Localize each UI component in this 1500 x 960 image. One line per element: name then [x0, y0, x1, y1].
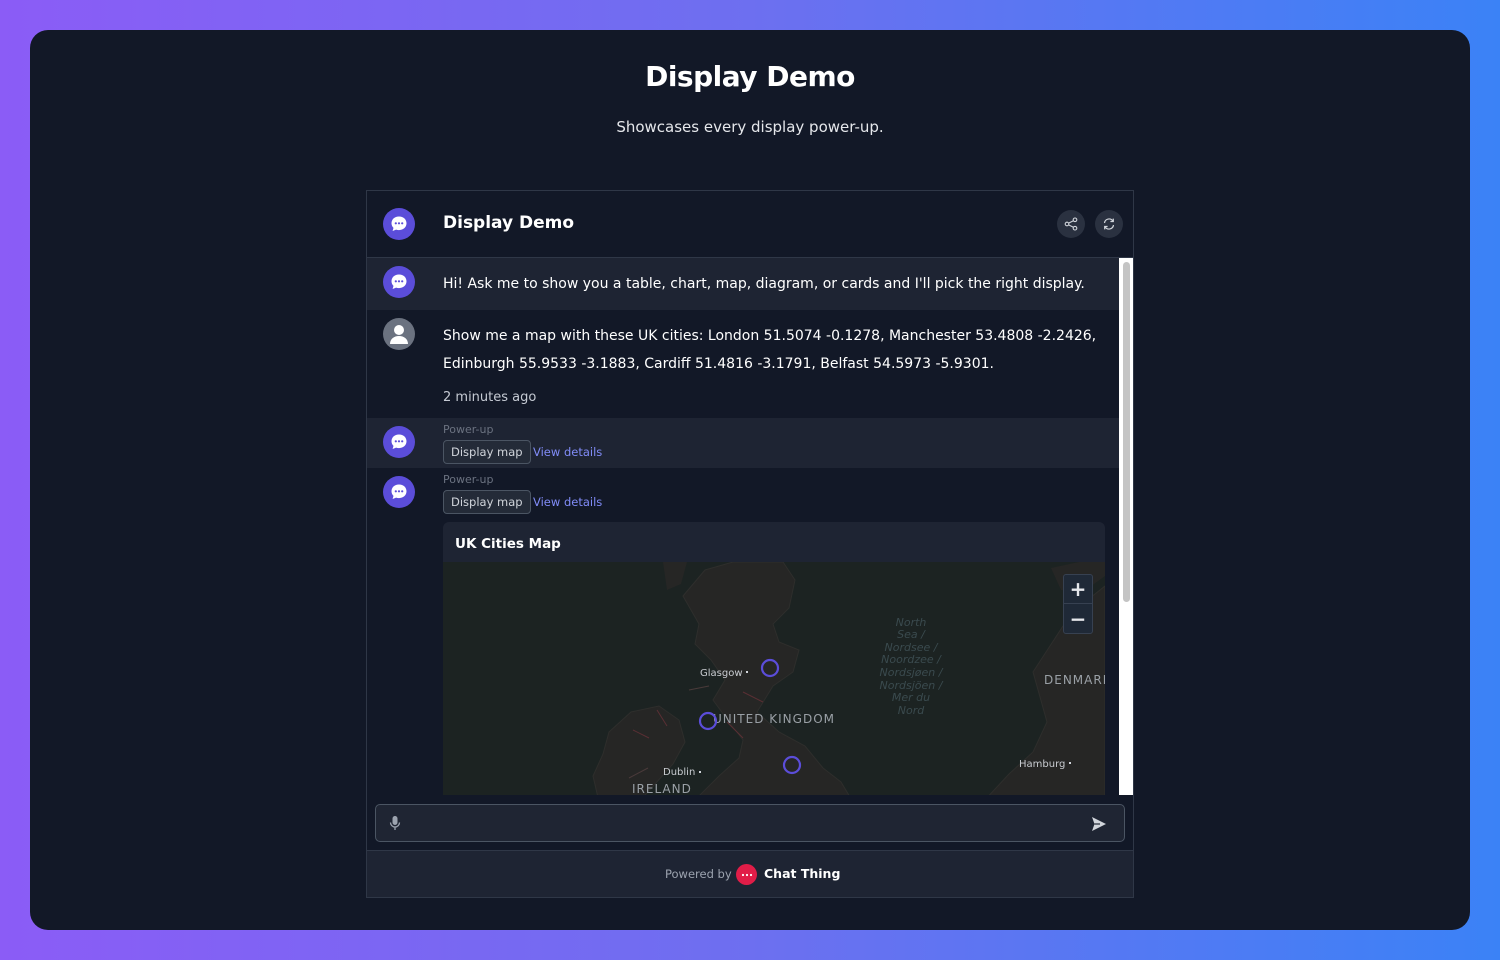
map-label-sea: Nordsjøen /	[880, 666, 944, 679]
map-label-ireland: IRELAND	[632, 782, 692, 795]
map-label-denmark: DENMARI	[1044, 673, 1105, 687]
user-message: Show me a map with these UK cities: Lond…	[367, 310, 1119, 418]
page-subtitle: Showcases every display power-up.	[616, 118, 884, 136]
zoom-in-button[interactable]: +	[1064, 575, 1092, 604]
send-icon[interactable]	[1090, 815, 1108, 833]
map-title: UK Cities Map	[455, 536, 561, 552]
map-label-sea: Nord	[898, 704, 925, 717]
chat-footer: Powered by Chat Thing	[367, 850, 1133, 897]
view-details-link[interactable]: View details	[533, 445, 602, 459]
powerup-label: Power-up	[443, 423, 494, 436]
message-list[interactable]: Hi! Ask me to show you a table, chart, m…	[367, 258, 1119, 795]
map-label-sea: Noordzee /	[881, 653, 942, 666]
map-label-dublin: Dublin	[663, 767, 695, 778]
map-label-sea: Mer du	[892, 691, 930, 704]
map-label-glasgow: Glasgow	[700, 668, 743, 679]
powerup-message: Power-up Display map View details	[367, 418, 1119, 468]
powerup-badge: Display map	[443, 440, 531, 464]
message-text: Hi! Ask me to show you a table, chart, m…	[443, 276, 1085, 292]
chat-widget: Display Demo Hi! Ask me to show you a ta…	[366, 190, 1134, 898]
chat-header: Display Demo	[367, 191, 1133, 258]
share-icon	[1064, 217, 1078, 231]
map-label-uk: UNITED KINGDOM	[713, 712, 835, 726]
refresh-icon	[1103, 218, 1115, 230]
bot-message-greeting: Hi! Ask me to show you a table, chart, m…	[367, 258, 1119, 310]
page-title: Display Demo	[645, 60, 855, 93]
chat-title: Display Demo	[443, 213, 575, 233]
chat-thing-logo-icon[interactable]	[736, 864, 757, 885]
message-timestamp: 2 minutes ago	[443, 390, 537, 405]
scrollbar-thumb[interactable]	[1123, 262, 1130, 602]
map-card: UK Cities Map Glasgow Dublin Hamburg UNI…	[443, 522, 1105, 795]
map-view[interactable]: Glasgow Dublin Hamburg UNITED KINGDOM IR…	[443, 562, 1105, 795]
map-label-hamburg: Hamburg	[1019, 759, 1065, 770]
message-text-line1: Show me a map with these UK cities: Lond…	[443, 328, 1097, 344]
microphone-icon[interactable]	[388, 815, 402, 831]
bot-avatar-icon	[383, 208, 415, 240]
app-frame: Display Demo Showcases every display pow…	[30, 30, 1470, 930]
powerup-message: Power-up Display map View details UK Cit…	[367, 468, 1119, 795]
map-base-layer: Glasgow Dublin Hamburg UNITED KINGDOM IR…	[443, 562, 1105, 795]
share-button[interactable]	[1057, 210, 1085, 238]
bot-avatar-icon	[383, 266, 415, 298]
zoom-control: + −	[1063, 574, 1093, 634]
powerup-label: Power-up	[443, 473, 494, 486]
message-scrollbar[interactable]	[1119, 258, 1133, 795]
bot-avatar-icon	[383, 476, 415, 508]
chat-thing-brand[interactable]: Chat Thing	[764, 866, 840, 881]
map-label-sea: Sea /	[897, 628, 926, 641]
powerup-badge: Display map	[443, 490, 531, 514]
refresh-button[interactable]	[1095, 210, 1123, 238]
message-text-line2: Edinburgh 55.9533 -3.1883, Cardiff 51.48…	[443, 356, 994, 372]
view-details-link[interactable]: View details	[533, 495, 602, 509]
zoom-out-button[interactable]: −	[1064, 605, 1092, 634]
user-avatar-icon	[383, 318, 415, 350]
bot-avatar-icon	[383, 426, 415, 458]
message-composer	[375, 804, 1125, 842]
message-input[interactable]	[412, 811, 1082, 835]
powered-by-text: Powered by	[665, 867, 732, 881]
